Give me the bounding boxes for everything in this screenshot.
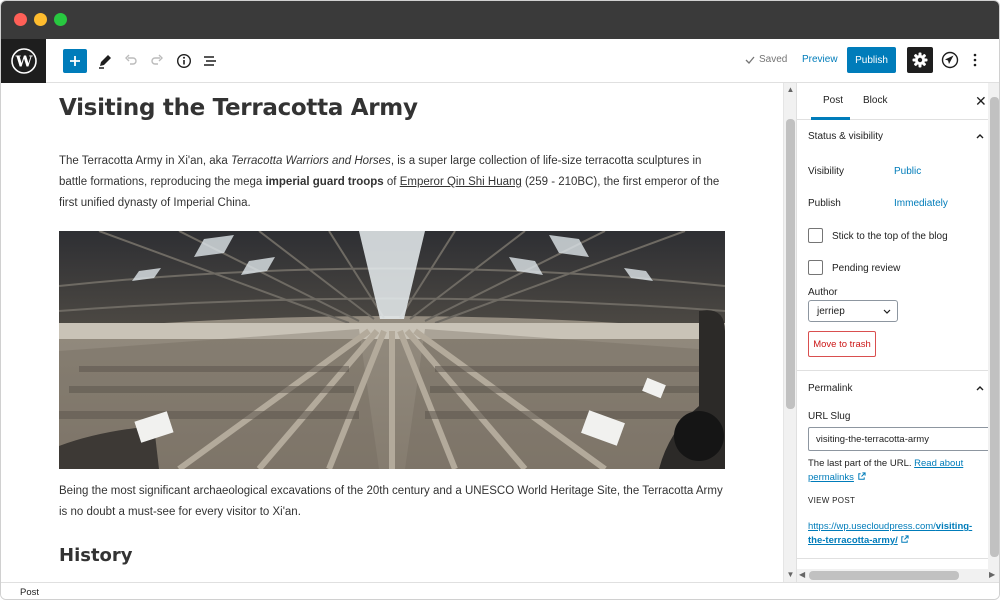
redo-icon — [151, 54, 163, 65]
window-titlebar — [1, 1, 999, 39]
chevron-down-icon — [883, 309, 891, 314]
sidebar-scrollbar[interactable] — [988, 83, 999, 569]
minimize-window-button[interactable] — [34, 13, 47, 26]
breadcrumb-post[interactable]: Post — [20, 587, 39, 598]
pencil-icon — [99, 55, 111, 69]
post-title[interactable]: Visiting the Terracotta Army — [59, 95, 418, 121]
chevron-up-icon[interactable] — [975, 131, 985, 141]
list-view-button[interactable] — [198, 49, 222, 73]
settings-button[interactable] — [907, 47, 933, 73]
intro-bold-text: imperial guard troops — [265, 176, 384, 188]
panel-divider — [797, 558, 988, 559]
url-slug-input[interactable]: visiting-the-terracotta-army — [808, 427, 988, 451]
info-icon — [176, 53, 192, 69]
intro-text: The Terracotta Army in Xi'an, aka — [59, 155, 232, 167]
url-slug-label: URL Slug — [808, 411, 851, 422]
scroll-right-arrow-icon[interactable]: ▶ — [989, 570, 995, 579]
sticky-label: Stick to the top of the blog — [832, 231, 948, 242]
view-post-label: VIEW POST — [808, 496, 856, 505]
saved-status: Saved — [745, 54, 787, 65]
help-text: The last part of the URL. — [808, 458, 915, 469]
edit-tools-button[interactable] — [93, 49, 117, 73]
svg-text:W: W — [14, 53, 33, 71]
history-heading[interactable]: History — [59, 545, 133, 566]
undo-icon — [125, 54, 137, 65]
vertical-ellipsis-icon — [973, 53, 977, 67]
details-button[interactable] — [172, 49, 196, 73]
author-selected-value: jerriep — [817, 306, 845, 317]
sidebar-hscroll-thumb[interactable] — [809, 571, 959, 580]
redo-button[interactable] — [145, 49, 169, 73]
author-select[interactable]: jerriep — [808, 300, 898, 322]
permalink-panel-toggle[interactable]: Permalink — [808, 383, 852, 394]
panel-divider — [797, 370, 988, 371]
terracotta-army-image[interactable] — [59, 231, 725, 469]
author-label: Author — [808, 287, 838, 298]
block-breadcrumb-bar: Post — [1, 582, 999, 599]
close-window-button[interactable] — [14, 13, 27, 26]
body-paragraph[interactable]: Being the most significant archaeologica… — [59, 481, 729, 523]
sidebar-scrollbar-thumb[interactable] — [990, 97, 999, 557]
close-sidebar-icon[interactable]: ✕ — [975, 93, 987, 110]
external-link-icon — [857, 472, 866, 480]
saved-label: Saved — [759, 54, 788, 65]
pending-review-label: Pending review — [832, 263, 901, 274]
visibility-toggle[interactable]: Public — [894, 166, 921, 177]
editor-scrollbar-thumb[interactable] — [786, 119, 795, 409]
more-options-button[interactable] — [967, 49, 983, 71]
post-url-prefix[interactable]: https://wp.usecloudpress.com/ — [808, 521, 936, 532]
wordpress-logo-icon[interactable]: W — [1, 39, 46, 83]
publish-date-toggle[interactable]: Immediately — [894, 198, 948, 209]
move-to-trash-button[interactable]: Move to trash — [808, 331, 876, 357]
post-url-link[interactable]: https://wp.usecloudpress.com/visiting-th… — [808, 520, 978, 548]
external-link-icon — [901, 535, 909, 543]
sidebar-horizontal-scrollbar[interactable]: ◀ ▶ — [796, 569, 999, 582]
intro-italic-text: Terracotta Warriors and Horses — [231, 155, 391, 167]
publish-label: Publish — [808, 198, 841, 209]
active-tab-indicator — [811, 117, 850, 120]
sticky-checkbox[interactable] — [808, 228, 823, 243]
maximize-window-button[interactable] — [54, 13, 67, 26]
preview-button[interactable]: Preview — [802, 54, 838, 65]
jetpack-icon — [941, 51, 959, 69]
tab-post[interactable]: Post — [823, 95, 843, 106]
app-window: W Saved Preview Publish Visiting the Ter… — [0, 0, 1000, 600]
intro-paragraph[interactable]: The Terracotta Army in Xi'an, aka Terrac… — [59, 151, 729, 214]
settings-sidebar: Post Block ✕ Status & visibility Visibil… — [796, 83, 988, 569]
editor-canvas: Visiting the Terracotta Army The Terraco… — [1, 83, 783, 582]
publish-button[interactable]: Publish — [847, 47, 896, 73]
emperor-link[interactable]: Emperor Qin Shi Huang — [400, 176, 522, 188]
editor-scrollbar[interactable]: ▲ ▼ — [783, 83, 796, 582]
plus-icon — [70, 56, 80, 66]
permalink-help-text: The last part of the URL. Read about per… — [808, 457, 978, 485]
add-block-button[interactable] — [63, 49, 87, 73]
scroll-left-arrow-icon[interactable]: ◀ — [799, 570, 805, 579]
jetpack-button[interactable] — [939, 49, 961, 71]
sidebar-tabs: Post Block ✕ — [797, 83, 988, 120]
checkmark-icon — [745, 56, 755, 64]
pending-review-checkbox[interactable] — [808, 260, 823, 275]
editor-toolbar: W Saved Preview Publish — [1, 39, 999, 83]
status-visibility-panel-toggle[interactable]: Status & visibility — [808, 131, 883, 142]
visibility-label: Visibility — [808, 166, 844, 177]
list-view-icon — [204, 56, 216, 66]
intro-text: of — [383, 176, 400, 188]
undo-button[interactable] — [119, 49, 143, 73]
tab-block[interactable]: Block — [863, 95, 887, 106]
gear-icon — [912, 52, 928, 68]
chevron-up-icon[interactable] — [975, 383, 985, 393]
